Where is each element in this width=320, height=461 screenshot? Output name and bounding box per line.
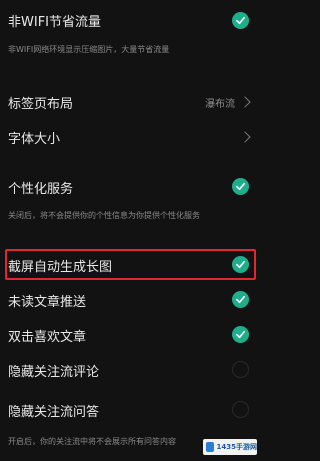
setting-description: 非WIFI网络环境显示压缩图片，大量节省流量 [8, 45, 170, 54]
setting-label: 隐藏关注流评论 [8, 365, 100, 380]
unchecked-circle-icon[interactable] [232, 401, 249, 418]
check-icon[interactable] [232, 256, 249, 273]
unchecked-circle-icon[interactable] [232, 361, 249, 378]
watermark-icon [206, 442, 214, 452]
setting-tab-layout[interactable]: 标签页布局 瀑布流 [0, 88, 261, 114]
setting-unread-push[interactable]: 未读文章推送 [0, 287, 261, 313]
setting-label: 未读文章推送 [8, 295, 87, 310]
check-icon[interactable] [232, 178, 249, 195]
setting-description: 关闭后，将不会提供你的个性信息为你提供个性化服务 [8, 211, 200, 220]
setting-description: 开启后，你的关注流中将不会展示所有问答内容 [8, 437, 176, 446]
watermark-logo: 1435手游网 [203, 439, 257, 455]
setting-label: 双击喜欢文章 [8, 330, 87, 345]
setting-nonwifi-save[interactable]: 非WIFI节省流量 [0, 8, 261, 34]
setting-personalize[interactable]: 个性化服务 [0, 174, 261, 200]
watermark-text: 1435手游网 [216, 443, 257, 451]
setting-label: 非WIFI节省流量 [8, 15, 101, 30]
setting-label: 标签页布局 [8, 97, 74, 112]
chevron-right-icon [239, 131, 251, 143]
setting-label: 隐藏关注流问答 [8, 405, 100, 420]
setting-label: 个性化服务 [8, 182, 74, 197]
check-icon[interactable] [232, 291, 249, 308]
setting-font-size[interactable]: 字体大小 [0, 124, 261, 150]
check-icon[interactable] [232, 12, 249, 29]
chevron-right-icon [239, 96, 251, 108]
setting-label: 截屏自动生成长图 [8, 260, 113, 275]
setting-hide-follow-comments[interactable]: 隐藏关注流评论 [0, 357, 261, 383]
setting-value: 瀑布流 [205, 99, 235, 110]
setting-double-tap-like[interactable]: 双击喜欢文章 [0, 322, 261, 348]
setting-hide-follow-qa[interactable]: 隐藏关注流问答 [0, 397, 261, 423]
check-icon[interactable] [232, 326, 249, 343]
setting-label: 字体大小 [8, 132, 61, 147]
setting-screenshot-long[interactable]: 截屏自动生成长图 [0, 252, 261, 278]
